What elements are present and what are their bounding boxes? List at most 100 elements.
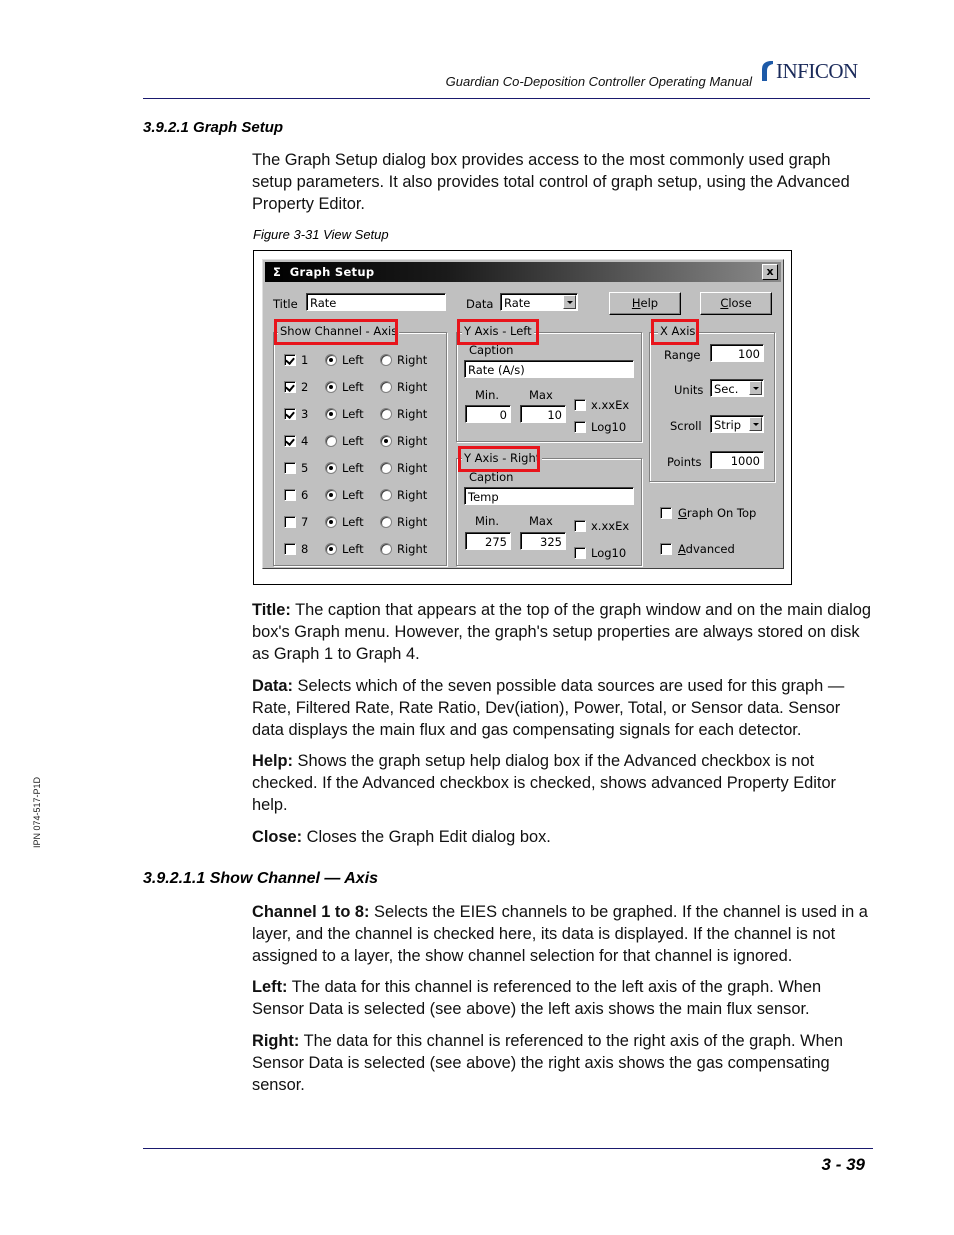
chevron-down-icon[interactable] <box>563 295 576 309</box>
y-right-min-input[interactable]: 275 <box>465 532 511 550</box>
data-select[interactable]: Rate <box>500 293 578 311</box>
right-axis-radio[interactable] <box>380 462 392 474</box>
right-axis-radio[interactable] <box>380 543 392 555</box>
highlight-box-show-channel <box>274 319 398 345</box>
y-left-exp-checkbox[interactable] <box>574 399 586 411</box>
desc-text: Shows the graph setup help dialog box if… <box>252 752 837 814</box>
right-axis-label: Right <box>397 461 428 475</box>
y-right-max-label: Max <box>529 514 553 528</box>
highlight-box-y-right <box>458 446 540 472</box>
dialog-titlebar[interactable]: Σ Graph Setup x <box>265 262 781 282</box>
y-left-log-checkbox[interactable] <box>574 421 586 433</box>
left-axis-label: Left <box>342 542 364 556</box>
left-axis-label: Left <box>342 488 364 502</box>
channel-number: 4 <box>301 434 309 448</box>
graph-on-top-label: Graph On Top <box>678 506 757 520</box>
left-axis-label: Left <box>342 353 364 367</box>
y-right-log-checkbox[interactable] <box>574 547 586 559</box>
y-left-caption-label: Caption <box>469 343 514 357</box>
y-left-max-input[interactable]: 10 <box>520 405 566 423</box>
x-range-label: Range <box>664 348 701 362</box>
item-text: The data for this channel is referenced … <box>252 1032 843 1094</box>
header-rule <box>143 98 870 99</box>
y-right-caption-input[interactable]: Temp <box>464 487 634 505</box>
y-left-caption-input[interactable]: Rate (A/s) <box>464 360 634 378</box>
right-axis-radio[interactable] <box>380 354 392 366</box>
sigma-icon: Σ <box>273 265 282 279</box>
graph-setup-dialog: Σ Graph Setup x Title Rate Data Rate Hel… <box>262 259 784 569</box>
left-axis-label: Left <box>342 380 364 394</box>
advanced-checkbox[interactable] <box>660 543 672 555</box>
channel-checkbox[interactable] <box>284 408 296 420</box>
document-ipn-label: IPN 074-517-P1D <box>32 776 42 848</box>
manual-title: Guardian Co-Deposition Controller Operat… <box>445 74 752 89</box>
x-units-value: Sec. <box>714 382 739 396</box>
desc-term: Help: <box>252 752 293 770</box>
desc-term: Title: <box>252 601 291 619</box>
chevron-down-icon[interactable] <box>749 381 762 395</box>
right-axis-label: Right <box>397 380 428 394</box>
title-input[interactable]: Rate <box>306 293 446 311</box>
y-left-min-input[interactable]: 0 <box>465 405 511 423</box>
x-scroll-label: Scroll <box>670 419 702 433</box>
y-right-min-label: Min. <box>475 514 500 528</box>
item-left: Left: The data for this channel is refer… <box>252 976 872 1020</box>
right-axis-radio[interactable] <box>380 381 392 393</box>
y-left-min-label: Min. <box>475 388 500 402</box>
left-axis-radio[interactable] <box>325 516 337 528</box>
help-button[interactable]: Help <box>609 292 681 315</box>
y-right-exp-checkbox[interactable] <box>574 520 586 532</box>
y-right-max-input[interactable]: 325 <box>520 532 566 550</box>
left-axis-radio[interactable] <box>325 408 337 420</box>
item-term: Channel 1 to 8: <box>252 903 370 921</box>
y-left-log-label: Log10 <box>591 420 627 434</box>
left-axis-label: Left <box>342 461 364 475</box>
x-points-input[interactable]: 1000 <box>710 451 764 469</box>
right-axis-radio[interactable] <box>380 408 392 420</box>
footer-rule <box>143 1148 873 1149</box>
close-icon[interactable]: x <box>762 264 778 280</box>
item-term: Right: <box>252 1032 300 1050</box>
channel-checkbox[interactable] <box>284 435 296 447</box>
item-term: Left: <box>252 978 288 996</box>
desc-help: Help: Shows the graph setup help dialog … <box>252 750 872 816</box>
x-units-select[interactable]: Sec. <box>710 379 764 397</box>
channel-checkbox[interactable] <box>284 489 296 501</box>
x-scroll-select[interactable]: Strip <box>710 415 764 433</box>
advanced-label: Advanced <box>678 542 735 556</box>
channel-checkbox[interactable] <box>284 462 296 474</box>
right-axis-radio[interactable] <box>380 489 392 501</box>
right-axis-radio[interactable] <box>380 516 392 528</box>
item-text: The data for this channel is referenced … <box>252 978 822 1018</box>
channel-number: 8 <box>301 542 309 556</box>
left-axis-radio[interactable] <box>325 354 337 366</box>
close-button[interactable]: Close <box>700 292 772 315</box>
left-axis-radio[interactable] <box>325 435 337 447</box>
channel-checkbox[interactable] <box>284 516 296 528</box>
channel-checkbox[interactable] <box>284 354 296 366</box>
x-range-input[interactable]: 100 <box>710 344 764 362</box>
left-axis-radio[interactable] <box>325 489 337 501</box>
close-button-label: lose <box>728 296 752 310</box>
left-axis-radio[interactable] <box>325 462 337 474</box>
chevron-down-icon[interactable] <box>749 417 762 431</box>
channel-checkbox[interactable] <box>284 381 296 393</box>
figure-caption: Figure 3-31 View Setup <box>253 227 389 242</box>
y-left-exp-label: x.xxEx <box>591 398 630 412</box>
desc-term: Data: <box>252 677 293 695</box>
channel-checkbox[interactable] <box>284 543 296 555</box>
left-axis-radio[interactable] <box>325 381 337 393</box>
title-label: Title <box>273 297 298 311</box>
dialog-title-text: Graph Setup <box>289 265 375 279</box>
y-right-exp-label: x.xxEx <box>591 519 630 533</box>
desc-close: Close: Closes the Graph Edit dialog box. <box>252 826 872 848</box>
channel-number: 5 <box>301 461 309 475</box>
right-axis-radio[interactable] <box>380 435 392 447</box>
item-channel: Channel 1 to 8: Selects the EIES channel… <box>252 901 872 967</box>
graph-on-top-checkbox[interactable] <box>660 507 672 519</box>
page-number: 3 - 39 <box>821 1155 865 1174</box>
left-axis-radio[interactable] <box>325 543 337 555</box>
y-right-log-label: Log10 <box>591 546 627 560</box>
desc-term: Close: <box>252 828 303 846</box>
x-scroll-value: Strip <box>714 418 742 432</box>
